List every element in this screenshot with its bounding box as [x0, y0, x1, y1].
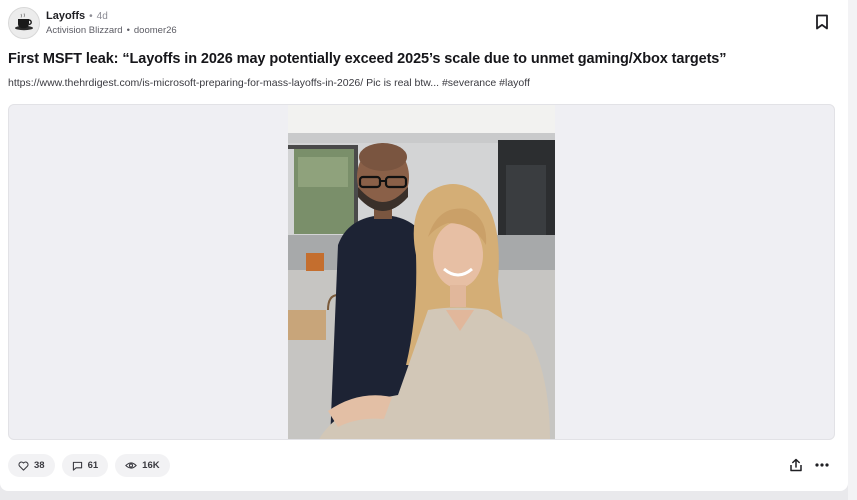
comment-icon	[72, 461, 82, 471]
comment-count: 61	[87, 460, 99, 471]
views-button[interactable]: 16K	[115, 454, 170, 477]
scrollbar-track[interactable]	[848, 0, 857, 500]
bookmark-icon[interactable]	[815, 14, 829, 30]
post-meta: Layoffs • 4d Activision Blizzard • doome…	[46, 10, 177, 36]
comment-button[interactable]: 61	[61, 454, 109, 477]
like-count: 38	[34, 460, 45, 471]
heart-icon	[18, 461, 29, 471]
coffee-cup-avatar-icon	[15, 13, 33, 31]
post-actions: 38 61 16K	[8, 454, 170, 477]
more-icon[interactable]	[815, 459, 829, 471]
separator-dot: •	[89, 10, 93, 22]
post-card[interactable]: Layoffs • 4d Activision Blizzard • doome…	[0, 0, 848, 491]
post-photo	[288, 105, 555, 439]
avatar[interactable]	[8, 7, 40, 39]
company-name[interactable]: Activision Blizzard	[46, 25, 123, 36]
post-title[interactable]: First MSFT leak: “Layoffs in 2026 may po…	[8, 51, 838, 67]
share-icon[interactable]	[789, 458, 803, 472]
author-name[interactable]: doomer26	[134, 25, 177, 36]
post-age: 4d	[96, 10, 108, 22]
like-button[interactable]: 38	[8, 454, 55, 477]
eye-icon	[125, 462, 138, 469]
post-description: https://www.thehrdigest.com/is-microsoft…	[8, 77, 530, 89]
post-media[interactable]	[8, 104, 835, 440]
separator-dot: •	[126, 25, 130, 36]
post-header: Layoffs • 4d Activision Blizzard • doome…	[8, 6, 177, 40]
channel-name[interactable]: Layoffs	[46, 10, 85, 22]
view-count: 16K	[142, 460, 160, 471]
